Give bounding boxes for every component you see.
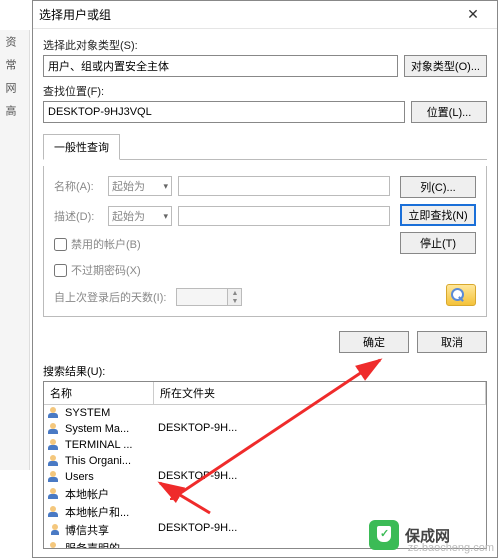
- table-row[interactable]: This Organi...: [44, 453, 486, 469]
- group-icon: [48, 454, 62, 468]
- days-since-logon-label: 自上次登录后的天数(I):: [54, 289, 166, 305]
- group-icon: [48, 505, 62, 519]
- ok-button[interactable]: 确定: [339, 331, 409, 353]
- stop-button[interactable]: 停止(T): [400, 232, 476, 254]
- table-row[interactable]: 本地帐户和...: [44, 503, 486, 521]
- object-type-label: 选择此对象类型(S):: [43, 37, 487, 53]
- group-icon: [48, 422, 62, 436]
- locations-button[interactable]: 位置(L)...: [411, 101, 487, 123]
- table-row[interactable]: System Ma...DESKTOP-9H...: [44, 421, 486, 437]
- results-header: 名称 所在文件夹: [44, 382, 486, 405]
- object-types-button[interactable]: 对象类型(O)...: [404, 55, 487, 77]
- object-type-field[interactable]: [43, 55, 398, 77]
- shield-check-icon: [369, 520, 399, 550]
- location-field[interactable]: [43, 101, 405, 123]
- group-icon: [48, 406, 62, 420]
- columns-button[interactable]: 列(C)...: [400, 176, 476, 198]
- tab-general-query[interactable]: 一般性查询: [43, 134, 120, 160]
- location-label: 查找位置(F):: [43, 83, 487, 99]
- table-row[interactable]: UsersDESKTOP-9H...: [44, 469, 486, 485]
- dialog-title: 选择用户或组: [39, 6, 111, 23]
- desc-input[interactable]: [178, 206, 390, 226]
- table-row[interactable]: TERMINAL ...: [44, 437, 486, 453]
- group-icon: [48, 541, 62, 549]
- disabled-accounts-checkbox[interactable]: 禁用的帐户(B): [54, 236, 390, 252]
- group-icon: [48, 438, 62, 452]
- name-input[interactable]: [178, 176, 390, 196]
- desc-label: 描述(D):: [54, 208, 102, 224]
- table-row[interactable]: SYSTEM: [44, 405, 486, 421]
- query-panel: 名称(A): 起始为 描述(D): 起始为 禁用的帐户(B) 不过期密码(X) …: [43, 166, 487, 317]
- search-icon: [446, 284, 476, 306]
- select-users-dialog: 选择用户或组 ✕ 选择此对象类型(S): 对象类型(O)... 查找位置(F):…: [32, 0, 498, 558]
- nonexpiring-password-checkbox[interactable]: 不过期密码(X): [54, 262, 390, 278]
- column-name[interactable]: 名称: [44, 382, 154, 404]
- query-tabstrip: 一般性查询: [43, 133, 487, 160]
- user-icon: [48, 523, 62, 537]
- name-match-select[interactable]: 起始为: [108, 176, 172, 196]
- titlebar: 选择用户或组 ✕: [33, 1, 497, 29]
- table-row[interactable]: 本地帐户: [44, 485, 486, 503]
- name-label: 名称(A):: [54, 178, 102, 194]
- watermark: zs.baocheng.com: [408, 542, 494, 554]
- group-icon: [48, 487, 62, 501]
- desc-match-select[interactable]: 起始为: [108, 206, 172, 226]
- group-icon: [48, 470, 62, 484]
- cancel-button[interactable]: 取消: [417, 331, 487, 353]
- column-folder[interactable]: 所在文件夹: [154, 382, 486, 404]
- find-now-button[interactable]: 立即查找(N): [400, 204, 476, 226]
- days-since-logon-spinner[interactable]: ▲▼: [176, 288, 242, 306]
- close-button[interactable]: ✕: [455, 3, 491, 27]
- background-window-tabs: 资 常 网 高: [0, 30, 30, 470]
- search-results-label: 搜索结果(U):: [33, 361, 497, 381]
